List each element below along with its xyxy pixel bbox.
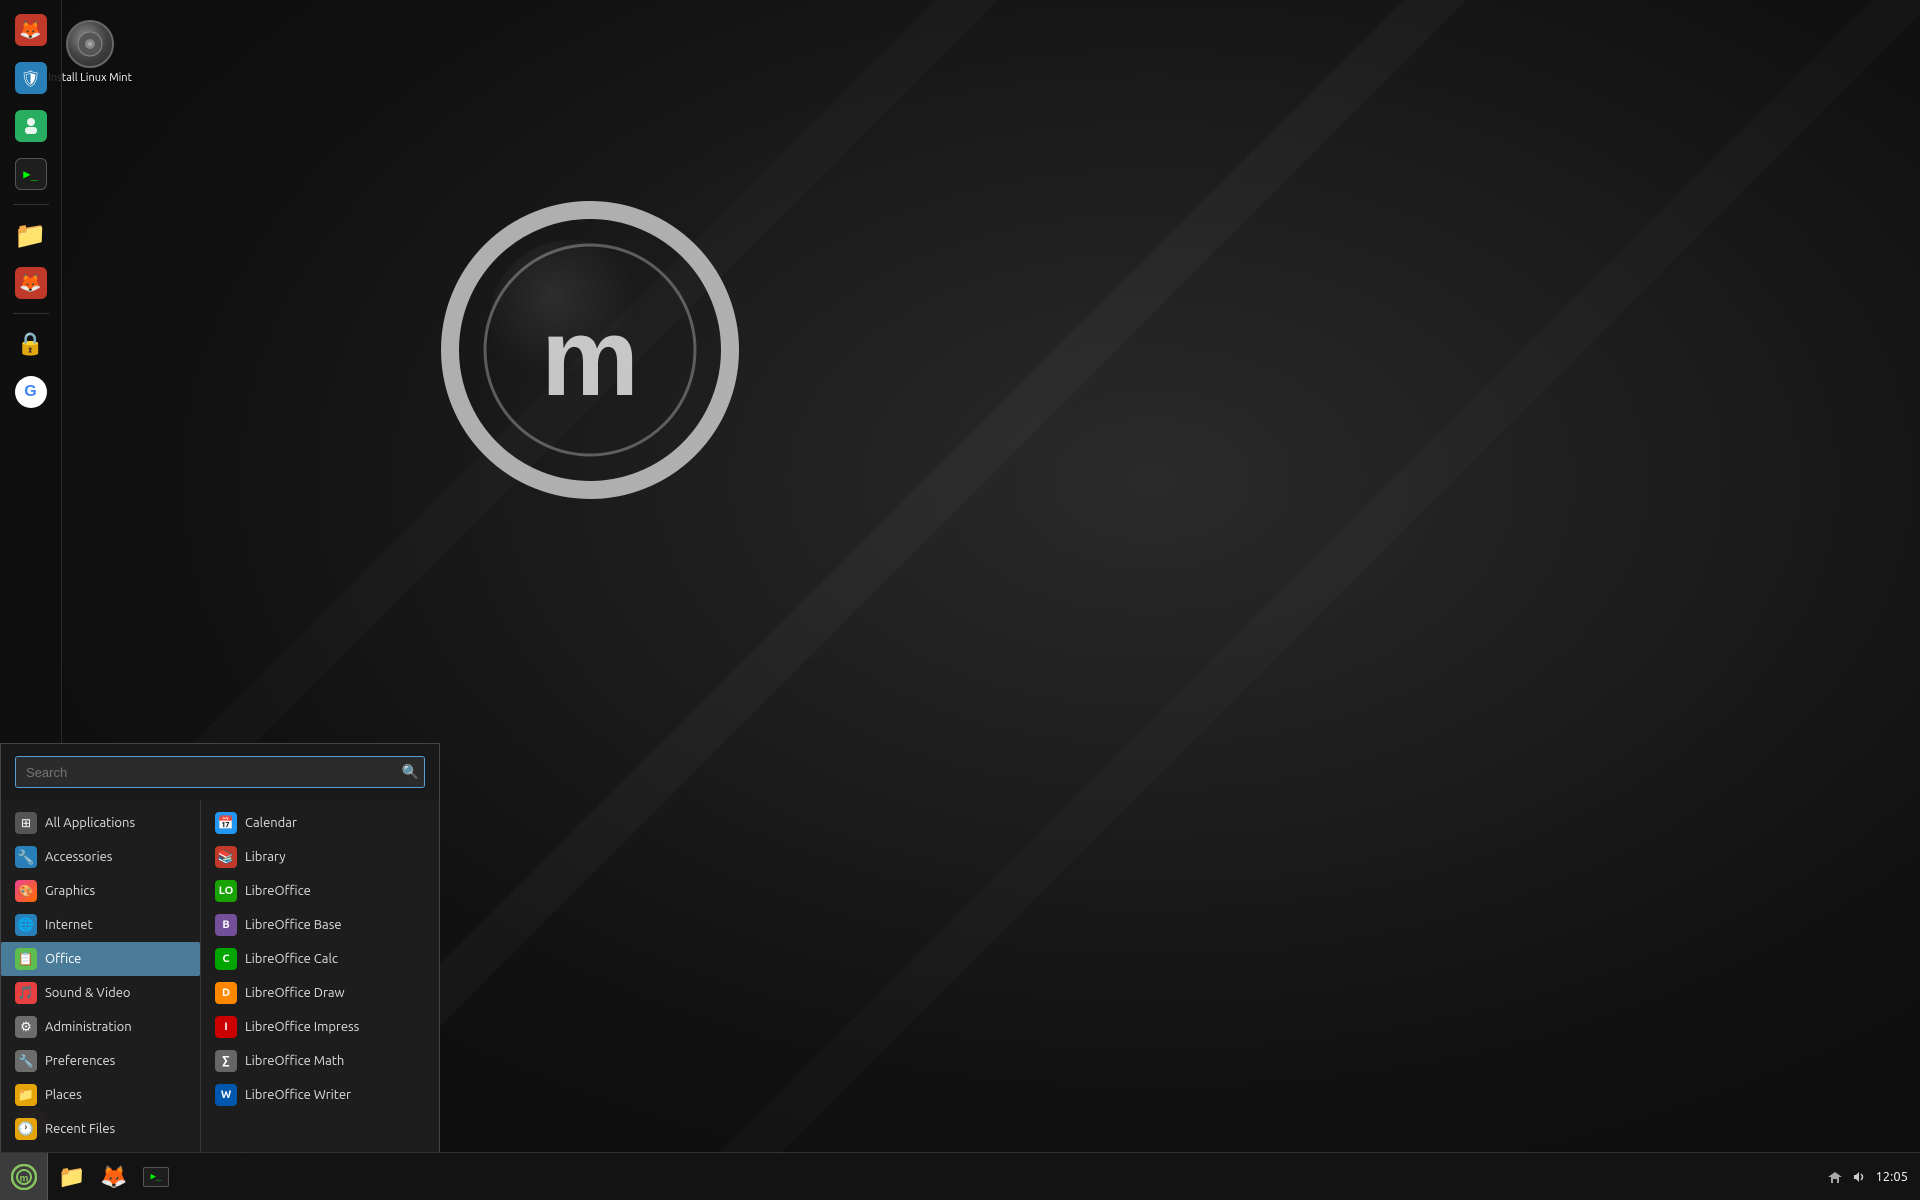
- internet-label: Internet: [45, 918, 93, 932]
- dock-google-icon: G: [15, 376, 47, 408]
- taskbar-start-button[interactable]: m: [0, 1153, 48, 1200]
- taskbar-items: 📁 🦊 ▶_: [48, 1157, 1815, 1197]
- tray-network-icon[interactable]: [1827, 1169, 1843, 1185]
- app-menu: 🔍 ⊞ All Applications 🔧 Accessories: [0, 743, 440, 1152]
- preferences-icon: 🔧: [15, 1050, 37, 1072]
- taskbar-time: 12:05: [1875, 1170, 1908, 1184]
- menu-item-library[interactable]: 📚 Library: [201, 840, 439, 874]
- libreoffice-calc-icon: C: [215, 948, 237, 970]
- app-menu-content: ⊞ All Applications 🔧 Accessories 🎨 Graph…: [1, 800, 439, 1152]
- office-icon: 📋: [15, 948, 37, 970]
- dock-item-terminal[interactable]: ▶_: [9, 152, 53, 196]
- recent-files-icon: 🕐: [15, 1118, 37, 1140]
- places-label: Places: [45, 1088, 82, 1102]
- administration-icon: ⚙: [15, 1016, 37, 1038]
- dock-terminal-icon: ▶_: [15, 158, 47, 190]
- dock-update-icon: 🛡: [15, 62, 47, 94]
- menu-item-libreoffice-draw[interactable]: D LibreOffice Draw: [201, 976, 439, 1010]
- libreoffice-writer-label: LibreOffice Writer: [245, 1088, 351, 1102]
- menu-item-places[interactable]: 📁 Places: [1, 1078, 200, 1112]
- sound-video-icon: 🎵: [15, 982, 37, 1004]
- start-menu-icon: m: [11, 1164, 37, 1190]
- menu-item-libreoffice-calc[interactable]: C LibreOffice Calc: [201, 942, 439, 976]
- dock-firefox-icon: 🦊: [15, 14, 47, 46]
- libreoffice-writer-icon: W: [215, 1084, 237, 1106]
- taskbar-item-terminal[interactable]: ▶_: [136, 1157, 176, 1197]
- mint-logo: m: [440, 200, 740, 500]
- all-apps-icon: ⊞: [15, 812, 37, 834]
- dock-item-files[interactable]: 📁: [9, 213, 53, 257]
- app-menu-categories: ⊞ All Applications 🔧 Accessories 🎨 Graph…: [1, 800, 201, 1152]
- menu-item-all-applications[interactable]: ⊞ All Applications: [1, 806, 200, 840]
- app-menu-search-area: 🔍: [1, 744, 439, 800]
- libreoffice-base-label: LibreOffice Base: [245, 918, 342, 932]
- libreoffice-draw-label: LibreOffice Draw: [245, 986, 345, 1000]
- libreoffice-icon: LO: [215, 880, 237, 902]
- menu-item-administration[interactable]: ⚙ Administration: [1, 1010, 200, 1044]
- menu-item-libreoffice-impress[interactable]: I LibreOffice Impress: [201, 1010, 439, 1044]
- library-label: Library: [245, 850, 285, 864]
- menu-item-graphics[interactable]: 🎨 Graphics: [1, 874, 200, 908]
- svg-text:m: m: [19, 1173, 28, 1184]
- all-apps-label: All Applications: [45, 816, 135, 830]
- install-icon-image: [66, 20, 114, 68]
- taskbar: m 📁 🦊 ▶_: [0, 1152, 1920, 1200]
- calendar-label: Calendar: [245, 816, 297, 830]
- dock-item-welcome[interactable]: [9, 104, 53, 148]
- dock-separator-2: [13, 313, 49, 314]
- accessories-label: Accessories: [45, 850, 112, 864]
- taskbar-item-files[interactable]: 📁: [52, 1157, 92, 1197]
- menu-item-preferences[interactable]: 🔧 Preferences: [1, 1044, 200, 1078]
- menu-item-libreoffice[interactable]: LO LibreOffice: [201, 874, 439, 908]
- library-icon: 📚: [215, 846, 237, 868]
- graphics-icon: 🎨: [15, 880, 37, 902]
- app-menu-apps: 📅 Calendar 📚 Library LO LibreOffice: [201, 800, 439, 1152]
- recent-files-label: Recent Files: [45, 1122, 115, 1136]
- dock-lock-icon: 🔒: [15, 328, 47, 360]
- menu-item-office[interactable]: 📋 Office: [1, 942, 200, 976]
- dock-separator-1: [13, 204, 49, 205]
- search-input[interactable]: [15, 756, 425, 788]
- graphics-label: Graphics: [45, 884, 95, 898]
- office-label: Office: [45, 952, 81, 966]
- libreoffice-base-icon: B: [215, 914, 237, 936]
- libreoffice-impress-icon: I: [215, 1016, 237, 1038]
- places-icon: 📁: [15, 1084, 37, 1106]
- internet-icon: 🌐: [15, 914, 37, 936]
- dock-firefox2-icon: 🦊: [15, 267, 47, 299]
- dock-welcome-icon: [15, 110, 47, 142]
- tray-volume-icon[interactable]: [1851, 1169, 1867, 1185]
- search-button[interactable]: 🔍: [402, 764, 419, 781]
- taskbar-item-firefox[interactable]: 🦊: [94, 1157, 134, 1197]
- administration-label: Administration: [45, 1020, 132, 1034]
- menu-item-accessories[interactable]: 🔧 Accessories: [1, 840, 200, 874]
- menu-item-libreoffice-writer[interactable]: W LibreOffice Writer: [201, 1078, 439, 1112]
- desktop: m Install Linux Mint 🦊: [0, 0, 1920, 1200]
- dock-item-update-manager[interactable]: 🛡: [9, 56, 53, 100]
- accessories-icon: 🔧: [15, 846, 37, 868]
- sound-video-label: Sound & Video: [45, 986, 131, 1000]
- search-wrapper: 🔍: [15, 756, 425, 788]
- calendar-icon: 📅: [215, 812, 237, 834]
- menu-item-internet[interactable]: 🌐 Internet: [1, 908, 200, 942]
- libreoffice-impress-label: LibreOffice Impress: [245, 1020, 359, 1034]
- libreoffice-draw-icon: D: [215, 982, 237, 1004]
- menu-item-calendar[interactable]: 📅 Calendar: [201, 806, 439, 840]
- preferences-label: Preferences: [45, 1054, 115, 1068]
- taskbar-tray: 12:05: [1815, 1169, 1920, 1185]
- menu-item-libreoffice-math[interactable]: ∑ LibreOffice Math: [201, 1044, 439, 1078]
- libreoffice-label: LibreOffice: [245, 884, 311, 898]
- libreoffice-math-label: LibreOffice Math: [245, 1054, 344, 1068]
- libreoffice-calc-label: LibreOffice Calc: [245, 952, 338, 966]
- dock-item-google[interactable]: G: [9, 370, 53, 414]
- dock-item-lock[interactable]: 🔒: [9, 322, 53, 366]
- menu-item-recent-files[interactable]: 🕐 Recent Files: [1, 1112, 200, 1146]
- dock-item-firefox2[interactable]: 🦊: [9, 261, 53, 305]
- dock-files-icon: 📁: [15, 219, 47, 251]
- libreoffice-math-icon: ∑: [215, 1050, 237, 1072]
- menu-item-libreoffice-base[interactable]: B LibreOffice Base: [201, 908, 439, 942]
- dock-item-firefox[interactable]: 🦊: [9, 8, 53, 52]
- menu-item-sound-video[interactable]: 🎵 Sound & Video: [1, 976, 200, 1010]
